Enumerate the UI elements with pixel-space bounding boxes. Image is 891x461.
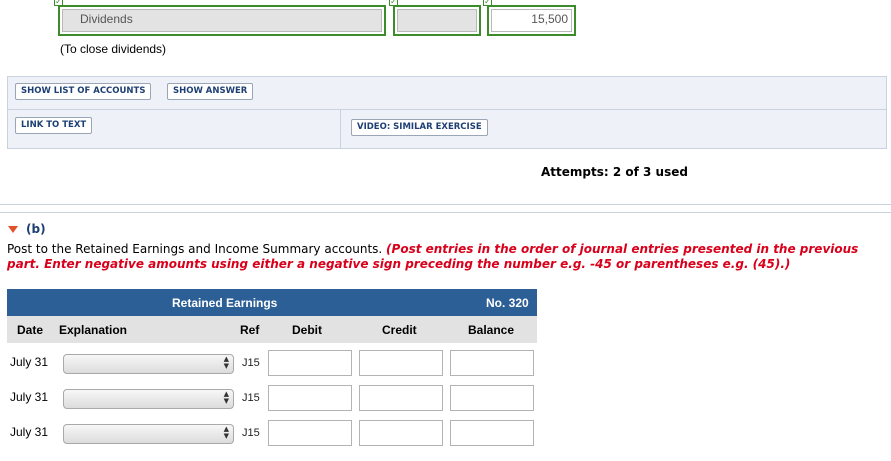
debit-field-inner (397, 9, 477, 32)
show-list-of-accounts-button[interactable]: SHOW LIST OF ACCOUNTS (15, 83, 152, 100)
link-to-text-button[interactable]: LINK TO TEXT (15, 117, 93, 134)
account-value: Dividends (80, 12, 133, 26)
credit-input[interactable] (359, 420, 443, 446)
debit-input[interactable] (268, 385, 352, 411)
col-balance: Balance (468, 323, 515, 337)
section-divider (0, 212, 891, 213)
show-answer-button[interactable]: SHOW ANSWER (167, 83, 254, 100)
row-date: July 31 (10, 425, 49, 439)
col-date: Date (17, 323, 44, 337)
section-divider (0, 204, 891, 205)
check-icon: ✓ (54, 0, 63, 6)
row-ref: J15 (242, 392, 260, 404)
panel-divider (7, 109, 887, 110)
ledger-title: Retained Earnings (172, 296, 278, 310)
col-debit: Debit (292, 323, 322, 337)
check-icon: ✓ (389, 0, 398, 6)
instructions: Post to the Retained Earnings and Income… (7, 242, 877, 272)
select-arrows-icon: ▲ ▼ (223, 355, 229, 370)
attempts-counter: Attempts: 2 of 3 used (541, 165, 688, 179)
row-ref: J15 (242, 427, 260, 439)
debit-input[interactable] (268, 420, 352, 446)
video-similar-exercise-button[interactable]: VIDEO: SIMILAR EXERCISE (351, 119, 488, 136)
ledger-header: Retained Earnings No. 320 (7, 289, 537, 316)
explanation-select[interactable]: ▲ ▼ (63, 424, 234, 444)
part-label[interactable]: (b) (26, 222, 46, 236)
credit-input[interactable] (359, 385, 443, 411)
credit-value: 15,500 (531, 12, 568, 26)
col-explanation: Explanation (59, 323, 128, 337)
row-date: July 31 (10, 390, 49, 404)
row-ref: J15 (242, 357, 260, 369)
ledger-column-headers: Date Explanation Ref Debit Credit Balanc… (7, 316, 537, 343)
col-ref: Ref (240, 323, 260, 337)
debit-field[interactable] (393, 5, 481, 36)
explanation-select[interactable]: ▲ ▼ (63, 389, 234, 409)
credit-field[interactable]: 15,500 (487, 5, 576, 36)
ledger-number: No. 320 (486, 296, 529, 310)
col-credit: Credit (382, 323, 417, 337)
select-arrows-icon: ▲ ▼ (223, 425, 229, 440)
credit-input[interactable] (359, 350, 443, 376)
row-date: July 31 (10, 355, 49, 369)
entry-note: (To close dividends) (60, 42, 167, 56)
select-arrows-icon: ▲ ▼ (223, 390, 229, 405)
account-field[interactable]: Dividends (58, 5, 386, 36)
check-icon: ✓ (483, 0, 492, 6)
collapse-triangle-icon[interactable] (8, 226, 18, 233)
debit-input[interactable] (268, 350, 352, 376)
balance-input[interactable] (450, 350, 534, 376)
panel-vertical-divider (340, 110, 341, 148)
balance-input[interactable] (450, 385, 534, 411)
balance-input[interactable] (450, 420, 534, 446)
part-label-text: (b) (26, 222, 46, 236)
instruction-text: Post to the Retained Earnings and Income… (7, 242, 383, 256)
explanation-select[interactable]: ▲ ▼ (63, 354, 234, 374)
